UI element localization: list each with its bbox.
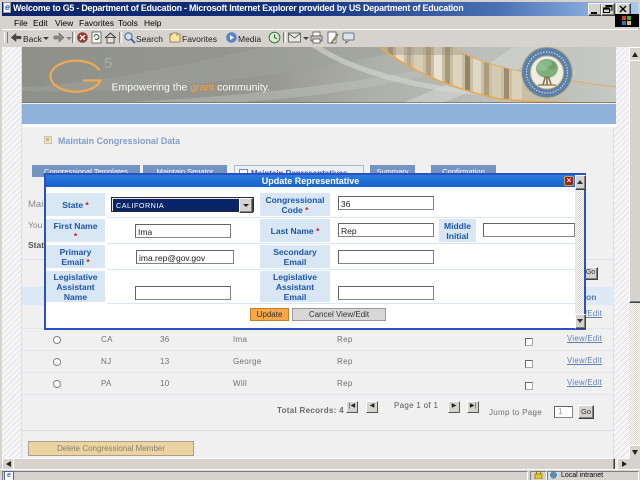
- svg-text:5: 5: [104, 55, 112, 72]
- svg-text:Empowering the grant community: Empowering the grant community.: [112, 82, 271, 94]
